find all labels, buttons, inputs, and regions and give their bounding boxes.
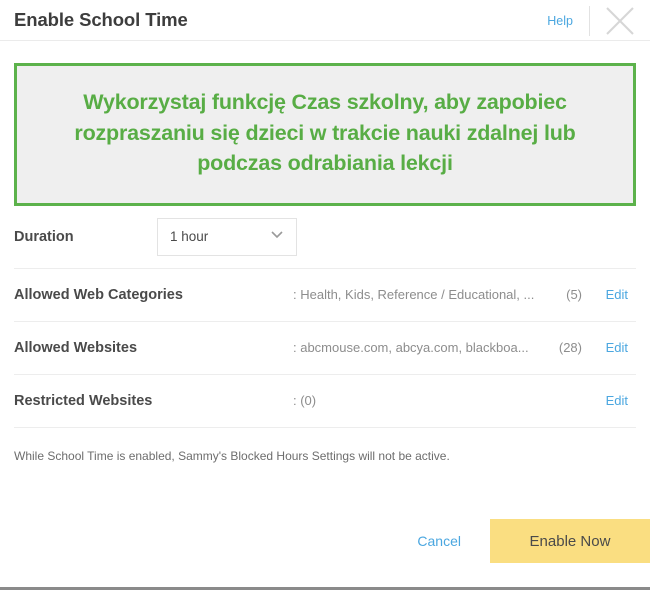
enable-school-time-dialog: Enable School Time Help Wykorzystaj funk… <box>0 0 650 590</box>
promo-banner-text: Wykorzystaj funkcję Czas szkolny, aby za… <box>74 90 576 176</box>
help-link[interactable]: Help <box>547 14 589 28</box>
duration-label: Duration <box>14 228 74 245</box>
duration-select[interactable]: 1 hour <box>157 217 297 256</box>
duration-row: Duration 1 hour <box>14 206 636 269</box>
edit-link[interactable]: Edit <box>582 393 636 408</box>
setting-label: Allowed Websites <box>14 339 138 356</box>
promo-banner-wrap: Wykorzystaj funkcję Czas szkolny, aby za… <box>0 41 650 206</box>
page-title: Enable School Time <box>14 9 188 30</box>
setting-value: : Health, Kids, Reference / Educational,… <box>293 287 535 303</box>
duration-selected-value: 1 hour <box>170 229 209 245</box>
setting-label: Allowed Web Categories <box>14 286 183 303</box>
setting-value: : abcmouse.com, abcya.com, blackboa... <box>293 340 529 356</box>
setting-label: Restricted Websites <box>14 392 153 409</box>
setting-count: (28) <box>558 340 582 356</box>
setting-count: (5) <box>566 287 582 303</box>
table-row: Allowed Websites : abcmouse.com, abcya.c… <box>14 322 636 375</box>
edit-link[interactable]: Edit <box>582 287 636 302</box>
dialog-header: Enable School Time Help <box>0 0 650 41</box>
cancel-button[interactable]: Cancel <box>417 533 461 549</box>
setting-value: : (0) <box>293 393 317 409</box>
dialog-footer: Cancel Enable Now <box>417 519 650 563</box>
table-row: Allowed Web Categories : Health, Kids, R… <box>14 269 636 322</box>
promo-banner: Wykorzystaj funkcję Czas szkolny, aby za… <box>14 63 636 206</box>
close-icon <box>603 4 637 38</box>
chevron-down-icon <box>269 226 285 247</box>
table-row: Restricted Websites : (0) Edit <box>14 375 636 428</box>
enable-now-button[interactable]: Enable Now <box>490 519 650 563</box>
close-button[interactable] <box>590 0 650 41</box>
header-actions: Help <box>547 0 650 41</box>
edit-link[interactable]: Edit <box>582 340 636 355</box>
info-note: While School Time is enabled, Sammy's Bl… <box>14 448 450 463</box>
